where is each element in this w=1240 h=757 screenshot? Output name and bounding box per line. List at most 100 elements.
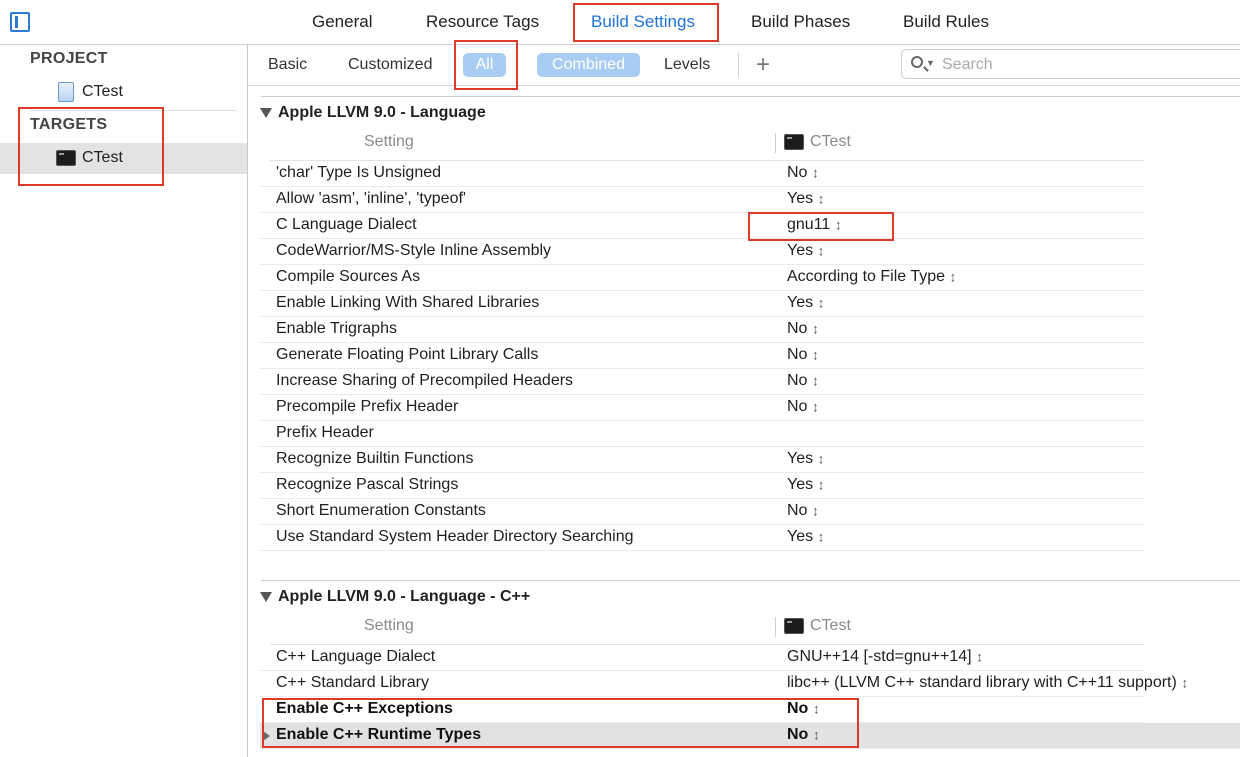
setting-name: Allow 'asm', 'inline', 'typeof'	[276, 190, 466, 207]
filter-customized[interactable]: Customized	[348, 56, 432, 74]
section-title: Apple LLVM 9.0 - Language	[278, 104, 486, 121]
setting-name: C++ Standard Library	[276, 674, 429, 691]
popup-stepper-icon: ↕	[818, 242, 825, 259]
section-separator	[261, 96, 1240, 97]
column-header-target: CTest	[810, 133, 851, 150]
add-setting-button[interactable]: +	[756, 52, 770, 78]
popup-stepper-icon: ↕	[818, 528, 825, 545]
setting-value-popup[interactable]: No ↕	[787, 502, 818, 520]
setting-row[interactable]: Increase Sharing of Precompiled Headers N…	[260, 369, 1144, 395]
setting-value-popup[interactable]: No ↕	[787, 346, 818, 364]
setting-name: Generate Floating Point Library Calls	[276, 346, 539, 363]
setting-value: No	[787, 346, 808, 363]
filter-combined[interactable]: Combined	[537, 53, 640, 77]
highlight-box	[454, 40, 518, 90]
popup-stepper-icon: ↕	[818, 190, 825, 207]
setting-row[interactable]: Recognize Builtin Functions Yes ↕	[260, 447, 1144, 473]
popup-stepper-icon: ↕	[818, 476, 825, 493]
setting-name: Prefix Header	[276, 424, 374, 441]
filter-levels[interactable]: Levels	[664, 56, 710, 74]
highlight-box	[748, 212, 894, 241]
highlight-box	[262, 698, 859, 748]
setting-value-popup[interactable]: Yes ↕	[787, 450, 824, 468]
setting-value-popup[interactable]: GNU++14 [-std=gnu++14] ↕	[787, 648, 983, 666]
terminal-app-icon	[784, 618, 804, 634]
terminal-app-icon	[784, 134, 804, 150]
setting-row[interactable]: Use Standard System Header Directory Sea…	[260, 525, 1144, 551]
setting-value-popup[interactable]: Yes ↕	[787, 528, 824, 546]
filter-divider	[738, 53, 739, 77]
setting-value-popup[interactable]: Yes ↕	[787, 294, 824, 312]
setting-value-popup[interactable]: According to File Type ↕	[787, 268, 956, 286]
column-header-target: CTest	[810, 617, 851, 634]
setting-name: C Language Dialect	[276, 216, 417, 233]
chevron-down-icon[interactable]: ▼	[926, 58, 935, 68]
setting-row[interactable]: Precompile Prefix Header No ↕	[260, 395, 1144, 421]
popup-stepper-icon: ↕	[950, 268, 957, 285]
setting-value-popup[interactable]: No ↕	[787, 372, 818, 390]
project-file-icon	[58, 82, 74, 102]
setting-row[interactable]: CodeWarrior/MS-Style Inline Assembly Yes ↕	[260, 239, 1144, 265]
setting-row[interactable]: Enable Trigraphs No ↕	[260, 317, 1144, 343]
setting-value: Yes	[787, 450, 814, 467]
popup-stepper-icon: ↕	[812, 164, 819, 181]
section-separator	[261, 580, 1240, 581]
filter-basic[interactable]: Basic	[268, 56, 307, 74]
tab-general[interactable]: General	[312, 12, 372, 32]
setting-row[interactable]: Prefix Header	[260, 421, 1144, 447]
popup-stepper-icon: ↕	[812, 398, 819, 415]
setting-value-popup[interactable]: No ↕	[787, 164, 818, 182]
setting-name: Compile Sources As	[276, 268, 421, 285]
setting-name: Precompile Prefix Header	[276, 398, 459, 415]
setting-value: No	[787, 320, 808, 337]
setting-row[interactable]: Short Enumeration Constants No ↕	[260, 499, 1144, 525]
setting-value-popup[interactable]: libc++ (LLVM C++ standard library with C…	[787, 674, 1188, 692]
setting-value-popup[interactable]: No ↕	[787, 398, 818, 416]
setting-name: Enable Trigraphs	[276, 320, 397, 337]
setting-row[interactable]: C++ Standard Library libc++ (LLVM C++ sta…	[260, 671, 1188, 697]
setting-name: Short Enumeration Constants	[276, 502, 486, 519]
disclosure-triangle-icon[interactable]	[260, 108, 272, 118]
setting-row[interactable]: Enable Linking With Shared Libraries Yes ↕	[260, 291, 1144, 317]
popup-stepper-icon: ↕	[1181, 674, 1188, 691]
section-title: Apple LLVM 9.0 - Language - C++	[278, 588, 531, 605]
tab-build-phases[interactable]: Build Phases	[751, 12, 850, 32]
sidebar-item-project[interactable]: CTest	[82, 83, 123, 101]
setting-value-popup[interactable]: Yes ↕	[787, 190, 824, 208]
setting-row[interactable]: Recognize Pascal Strings Yes ↕	[260, 473, 1144, 499]
setting-value: GNU++14 [-std=gnu++14]	[787, 648, 972, 665]
setting-row[interactable]: C Language Dialect gnu11 ↕	[260, 213, 1144, 239]
sidebar-toggle-icon[interactable]	[10, 12, 30, 32]
search-icon	[911, 56, 923, 68]
popup-stepper-icon: ↕	[818, 294, 825, 311]
setting-row[interactable]: Compile Sources As According to File Type…	[260, 265, 1144, 291]
popup-stepper-icon: ↕	[812, 346, 819, 363]
popup-stepper-icon: ↕	[812, 502, 819, 519]
setting-row[interactable]: Generate Floating Point Library Calls No ↕	[260, 343, 1144, 369]
setting-row[interactable]: C++ Language Dialect GNU++14 [-std=gnu++1…	[260, 645, 1144, 671]
setting-name: Use Standard System Header Directory Sea…	[276, 528, 634, 545]
setting-value: No	[787, 164, 808, 181]
tab-resource-tags[interactable]: Resource Tags	[426, 12, 539, 32]
search-input[interactable]	[940, 51, 1234, 79]
setting-value-popup[interactable]: Yes ↕	[787, 242, 824, 260]
setting-value: No	[787, 398, 808, 415]
setting-value: libc++ (LLVM C++ standard library with C…	[787, 674, 1177, 691]
setting-value-popup[interactable]: No ↕	[787, 320, 818, 338]
setting-row[interactable]: Allow 'asm', 'inline', 'typeof' Yes ↕	[260, 187, 1144, 213]
setting-value: No	[787, 372, 808, 389]
tab-build-rules[interactable]: Build Rules	[903, 12, 989, 32]
setting-name: CodeWarrior/MS-Style Inline Assembly	[276, 242, 552, 259]
setting-name: Recognize Pascal Strings	[276, 476, 459, 493]
highlight-box	[18, 107, 164, 186]
disclosure-triangle-icon[interactable]	[260, 592, 272, 602]
highlight-box	[573, 3, 719, 42]
setting-value-popup[interactable]: Yes ↕	[787, 476, 824, 494]
popup-stepper-icon: ↕	[812, 372, 819, 389]
column-separator	[775, 617, 776, 637]
column-header-setting: Setting	[364, 617, 414, 634]
column-separator	[775, 133, 776, 153]
setting-name: 'char' Type Is Unsigned	[276, 164, 442, 181]
setting-row[interactable]: 'char' Type Is Unsigned No ↕	[260, 161, 1144, 187]
setting-value: Yes	[787, 476, 814, 493]
